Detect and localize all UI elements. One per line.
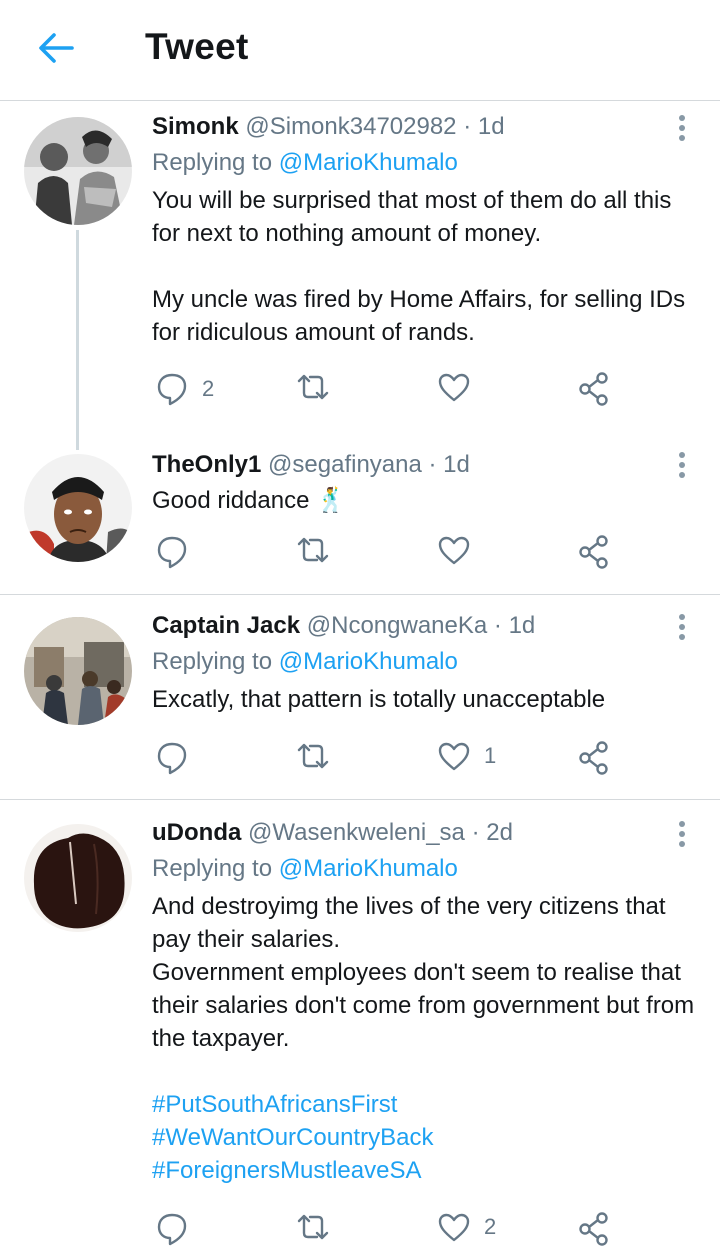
tweet-divider	[0, 594, 720, 595]
hashtag-link[interactable]: #PutSouthAfricansFirst	[152, 1088, 698, 1121]
tweet-text: Good riddance 🕺	[152, 487, 346, 514]
share-icon	[579, 535, 608, 569]
retweet-icon	[297, 743, 329, 769]
timestamp[interactable]: 1d	[509, 612, 536, 639]
timestamp[interactable]: 2d	[486, 819, 513, 846]
replying-to-label: Replying to	[152, 648, 273, 675]
hashtag-link[interactable]: #WeWantOurCountryBack	[152, 1121, 698, 1154]
heart-icon	[438, 373, 470, 402]
reply-button[interactable]: 2	[156, 372, 214, 406]
tweet-actions: 2	[152, 372, 622, 408]
tweet-actions: 2	[152, 1212, 622, 1248]
heart-icon	[438, 1213, 470, 1242]
like-button[interactable]	[438, 372, 484, 402]
replying-to: Replying to @MarioKhumalo	[152, 647, 698, 677]
more-options-icon[interactable]	[678, 452, 686, 478]
retweet-button[interactable]	[295, 372, 345, 402]
mention-link[interactable]: @MarioKhumalo	[279, 149, 458, 176]
reply-icon	[157, 536, 187, 569]
display-name[interactable]: TheOnly1	[152, 451, 261, 478]
replying-to-label: Replying to	[152, 149, 273, 176]
user-handle[interactable]: @Wasenkweleni_sa	[248, 819, 465, 846]
heart-icon	[438, 536, 470, 565]
share-button[interactable]	[578, 535, 610, 569]
share-button[interactable]	[578, 372, 610, 406]
replying-to: Replying to @MarioKhumalo	[152, 854, 698, 884]
like-button[interactable]: 1	[438, 741, 496, 771]
more-options-icon[interactable]	[678, 115, 686, 141]
retweet-icon	[297, 1214, 329, 1240]
display-name[interactable]: Simonk	[152, 113, 239, 140]
reply-button[interactable]	[156, 1212, 202, 1246]
avatar[interactable]	[24, 454, 132, 562]
app-header: Tweet	[0, 0, 720, 101]
like-count: 1	[484, 743, 497, 768]
tweet-text: Excatly, that pattern is totally unaccep…	[152, 686, 606, 713]
reply-icon	[157, 742, 187, 775]
retweet-button[interactable]	[295, 535, 345, 565]
display-name[interactable]: Captain Jack	[152, 612, 300, 639]
retweet-icon	[297, 374, 329, 400]
separator-dot: ·	[463, 113, 472, 140]
tweet-text: You will be surprised that most of them …	[152, 187, 686, 346]
timestamp[interactable]: 1d	[443, 451, 470, 478]
replying-to-label: Replying to	[152, 855, 273, 882]
more-options-icon[interactable]	[678, 821, 686, 847]
avatar[interactable]	[24, 824, 132, 932]
tweet-text: And destroyimg the lives of the very cit…	[152, 893, 695, 1052]
separator-dot: ·	[471, 819, 480, 846]
reply-icon	[157, 1213, 187, 1246]
heart-icon	[438, 742, 470, 771]
hashtag-list: #PutSouthAfricansFirst #WeWantOurCountry…	[152, 1088, 698, 1187]
share-button[interactable]	[578, 1212, 610, 1246]
retweet-button[interactable]	[295, 1212, 345, 1242]
retweet-button[interactable]	[295, 741, 345, 771]
reply-icon	[157, 373, 187, 406]
more-options-icon[interactable]	[678, 614, 686, 640]
reply-button[interactable]	[156, 741, 202, 775]
thread-connector	[76, 230, 79, 450]
tweet-actions	[152, 535, 622, 571]
timestamp[interactable]: 1d	[478, 113, 505, 140]
replying-to: Replying to @MarioKhumalo	[152, 148, 698, 178]
user-handle[interactable]: @NcongwaneKa	[307, 612, 487, 639]
tweet-actions: 1	[152, 741, 622, 777]
tweet-divider	[0, 799, 720, 800]
like-button[interactable]: 2	[438, 1212, 496, 1242]
like-count: 2	[484, 1214, 497, 1239]
user-handle[interactable]: @Simonk34702982	[245, 113, 456, 140]
mention-link[interactable]: @MarioKhumalo	[279, 648, 458, 675]
display-name[interactable]: uDonda	[152, 819, 241, 846]
share-icon	[579, 741, 608, 775]
back-arrow-icon[interactable]	[34, 26, 78, 70]
share-icon	[579, 1212, 608, 1246]
like-button[interactable]	[438, 535, 484, 565]
page-title: Tweet	[145, 26, 249, 67]
separator-dot: ·	[493, 612, 502, 639]
header-divider	[0, 100, 720, 101]
reply-button[interactable]	[156, 535, 202, 569]
share-button[interactable]	[578, 741, 610, 775]
user-handle[interactable]: @segafinyana	[268, 451, 422, 478]
reply-count: 2	[202, 376, 215, 401]
share-icon	[579, 372, 608, 406]
mention-link[interactable]: @MarioKhumalo	[279, 855, 458, 882]
hashtag-link[interactable]: #ForeignersMustleaveSA	[152, 1154, 698, 1187]
separator-dot: ·	[428, 451, 437, 478]
avatar[interactable]	[24, 617, 132, 725]
avatar[interactable]	[24, 117, 132, 225]
retweet-icon	[297, 537, 329, 563]
